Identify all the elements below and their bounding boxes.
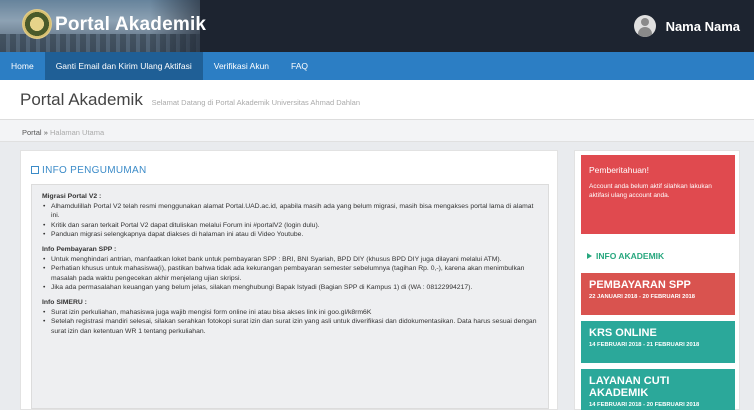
tag-icon [587,253,592,259]
page-title: Portal Akademik [20,90,143,109]
nav-ganti-email[interactable]: Ganti Email dan Kirim Ulang Aktifasi [44,52,203,80]
alert-message: Account anda belum aktif silahkan lakuka… [589,183,712,199]
section-list: Surat izin perkuliahan, mahasiswa juga w… [42,308,538,337]
list-item: Untuk menghindari antrian, manfaatkan lo… [42,255,538,265]
section-list: Untuk menghindari antrian, manfaatkan lo… [42,255,538,293]
announcement-box: Migrasi Portal V2 : Alhamdulillah Portal… [31,184,549,409]
breadcrumb: Portal » Halaman Utama [0,120,754,142]
list-item: Surat izin perkuliahan, mahasiswa juga w… [42,308,538,318]
nav-home[interactable]: Home [0,52,45,80]
user-name: Nama Nama [665,18,740,34]
page-subtitle: Selamat Datang di Portal Akademik Univer… [151,98,361,107]
section-list: Alhamdulillah Portal V2 telah resmi meng… [42,202,538,240]
list-item: Panduan migrasi selengkapnya dapat diaks… [42,230,538,240]
brand-title[interactable]: Portal Akademik [55,14,206,36]
card-pembayaran-spp[interactable]: PEMBAYARAN SPP 22 JANUARI 2018 - 20 FEBR… [581,273,735,315]
announcement-panel: INFO PENGUMUMAN Migrasi Portal V2 : Alha… [20,150,558,410]
card-title: PEMBAYARAN SPP [589,279,691,291]
nav-verifikasi-akun[interactable]: Verifikasi Akun [203,52,280,80]
notification-alert: Pemberitahuan! Account anda belum aktif … [581,155,735,234]
breadcrumb-separator: » [43,128,48,137]
checkbox-icon [31,166,39,174]
list-item: Kritik dan saran terkait Portal V2 dapat… [42,221,538,231]
user-menu[interactable]: Nama Nama [633,15,740,37]
announcement-heading: INFO PENGUMUMAN [31,165,147,176]
sidebar: Pemberitahuan! Account anda belum aktif … [574,150,740,410]
card-dates: 14 FEBRUARI 2018 - 20 FEBRUARI 2018 [589,402,700,408]
card-layanan-cuti[interactable]: LAYANAN CUTI AKADEMIK 14 FEBRUARI 2018 -… [581,369,735,410]
section-title: Info Pembayaran SPP : [42,245,117,253]
card-dates: 14 FEBRUARI 2018 - 21 FEBRUARI 2018 [589,342,700,348]
alert-title: Pemberitahuan! [589,165,650,175]
breadcrumb-current: Halaman Utama [49,128,105,137]
info-akademik-heading: INFO AKADEMIK [587,251,664,261]
section-title: Migrasi Portal V2 : [42,193,102,200]
main-nav: Home Ganti Email dan Kirim Ulang Aktifas… [0,52,754,80]
list-item: Alhamdulillah Portal V2 telah resmi meng… [42,202,538,221]
list-item: Setelah registrasi mandiri selesai, sila… [42,317,538,336]
top-header: Portal Akademik Nama Nama [0,0,754,52]
card-dates: 22 JANUARI 2018 - 20 FEBRUARI 2018 [589,294,695,300]
page-header: Portal Akademik Selamat Datang di Portal… [0,80,754,120]
list-item: Jika ada permasalahan keuangan yang belu… [42,283,538,293]
card-title: KRS ONLINE [589,327,657,339]
nav-faq[interactable]: FAQ [280,52,319,80]
breadcrumb-root[interactable]: Portal [22,128,42,137]
card-title: LAYANAN CUTI AKADEMIK [589,375,670,399]
list-item: Perhatian khusus untuk mahasiswa(i), pas… [42,264,538,283]
user-avatar-icon [633,15,656,37]
section-title: Info SIMERU : [42,298,87,306]
university-logo[interactable] [22,9,52,39]
card-krs-online[interactable]: KRS ONLINE 14 FEBRUARI 2018 - 21 FEBRUAR… [581,321,735,363]
